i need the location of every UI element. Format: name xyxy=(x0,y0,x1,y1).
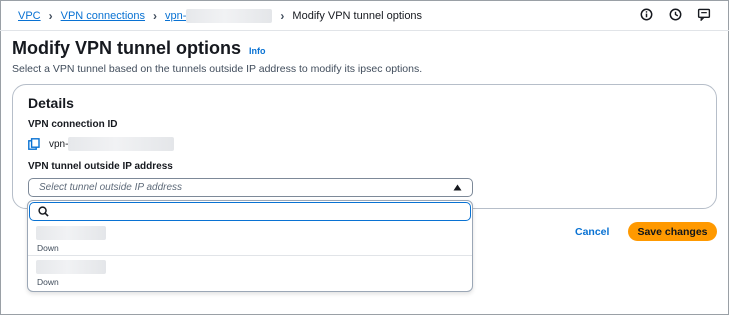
toolbar xyxy=(639,7,711,21)
breadcrumb-vpn-id[interactable]: vpn- xyxy=(165,9,273,23)
breadcrumb: VPC › VPN connections › vpn- › Modify VP… xyxy=(18,9,422,23)
feedback-icon[interactable] xyxy=(697,7,711,21)
caret-up-icon xyxy=(453,184,462,191)
tunnel-status: Down xyxy=(37,243,59,253)
search-input[interactable] xyxy=(55,203,470,220)
tunnel-ip-select[interactable]: Select tunnel outside IP address xyxy=(28,178,473,197)
connection-id-label: VPN connection ID xyxy=(28,119,118,130)
breadcrumb-current: Modify VPN tunnel options xyxy=(292,10,423,22)
details-panel: Details VPN connection ID vpn- VPN tunne… xyxy=(12,84,717,209)
breadcrumb-vpc[interactable]: VPC xyxy=(18,10,41,22)
history-icon[interactable] xyxy=(668,7,682,21)
copy-icon[interactable] xyxy=(28,138,40,150)
page-description: Select a VPN tunnel based on the tunnels… xyxy=(12,63,423,75)
dropdown-search xyxy=(29,202,471,221)
chevron-right-icon: › xyxy=(153,9,158,23)
info-icon[interactable] xyxy=(639,7,653,21)
option-divider xyxy=(28,255,472,256)
tunnel-ip-label: VPN tunnel outside IP address xyxy=(28,161,173,172)
save-changes-button[interactable]: Save changes xyxy=(628,222,717,241)
dropdown-option[interactable]: Down xyxy=(28,223,472,257)
breadcrumb-vpn-id-label: vpn- xyxy=(165,10,187,22)
tunnel-ip-dropdown: Down Down xyxy=(27,200,473,292)
redacted-id xyxy=(68,137,175,151)
tunnel-status: Down xyxy=(37,277,59,287)
redacted-id xyxy=(186,9,273,23)
search-icon xyxy=(38,206,49,217)
select-placeholder: Select tunnel outside IP address xyxy=(39,182,183,193)
details-title: Details xyxy=(28,95,74,111)
chevron-right-icon: › xyxy=(48,9,53,23)
cancel-button[interactable]: Cancel xyxy=(575,224,609,240)
chevron-right-icon: › xyxy=(280,9,285,23)
dropdown-option[interactable]: Down xyxy=(28,257,472,291)
breadcrumb-vpn-connections[interactable]: VPN connections xyxy=(61,10,145,22)
redacted-ip xyxy=(36,226,106,240)
redacted-ip xyxy=(36,260,106,274)
page-title: Modify VPN tunnel options xyxy=(12,38,241,58)
info-link[interactable]: Info xyxy=(249,46,266,56)
page-header: Modify VPN tunnel options Info xyxy=(12,38,265,59)
top-bar: VPC › VPN connections › vpn- › Modify VP… xyxy=(0,0,729,31)
connection-id-row: vpn- xyxy=(28,137,175,151)
connection-id-value: vpn- xyxy=(49,138,69,150)
